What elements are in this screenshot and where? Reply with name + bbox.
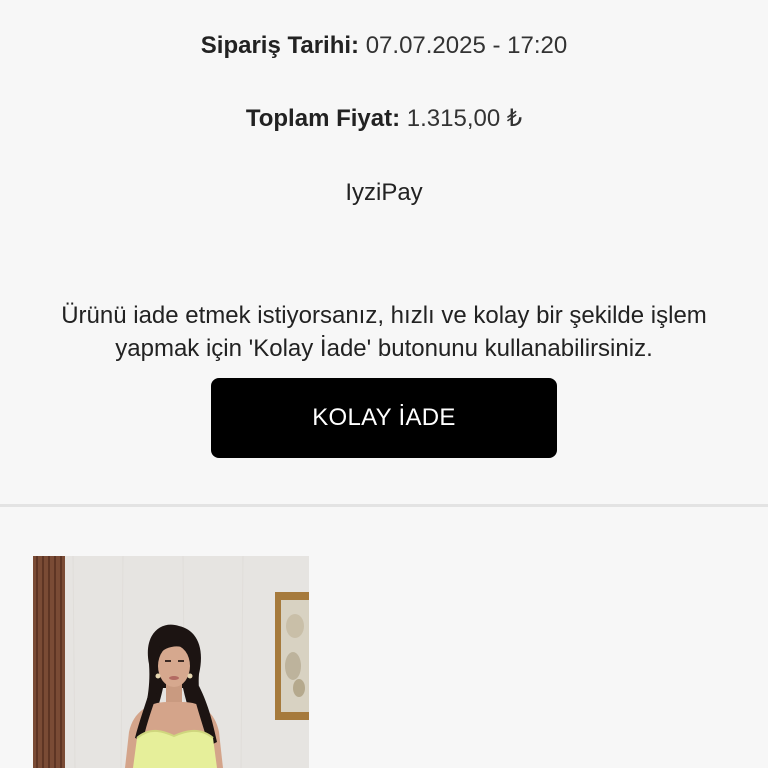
- easy-return-button[interactable]: KOLAY İADE: [211, 378, 557, 458]
- order-date-row: Sipariş Tarihi: 07.07.2025 - 17:20: [0, 31, 768, 61]
- order-date-value: 07.07.2025 - 17:20: [365, 32, 568, 59]
- order-date-label: Sipariş Tarihi:: [200, 32, 360, 59]
- section-divider: [0, 504, 768, 507]
- payment-method: IyziPay: [345, 179, 423, 206]
- order-detail-page: Sipariş Tarihi: 07.07.2025 - 17:20 Topla…: [0, 0, 768, 768]
- return-info-line-2: yapmak için 'Kolay İade' butonunu kullan…: [115, 335, 653, 362]
- total-price-value: 1.315,00 ₺: [406, 105, 523, 132]
- total-price-label: Toplam Fiyat:: [245, 105, 401, 132]
- return-info-text: Ürünü iade etmek istiyorsanız, hızlı ve …: [0, 299, 768, 365]
- return-info-line-1: Ürünü iade etmek istiyorsanız, hızlı ve …: [61, 302, 707, 329]
- product-image[interactable]: [33, 556, 309, 768]
- total-price-row: Toplam Fiyat: 1.315,00 ₺: [0, 104, 768, 134]
- product-photo: [33, 556, 309, 768]
